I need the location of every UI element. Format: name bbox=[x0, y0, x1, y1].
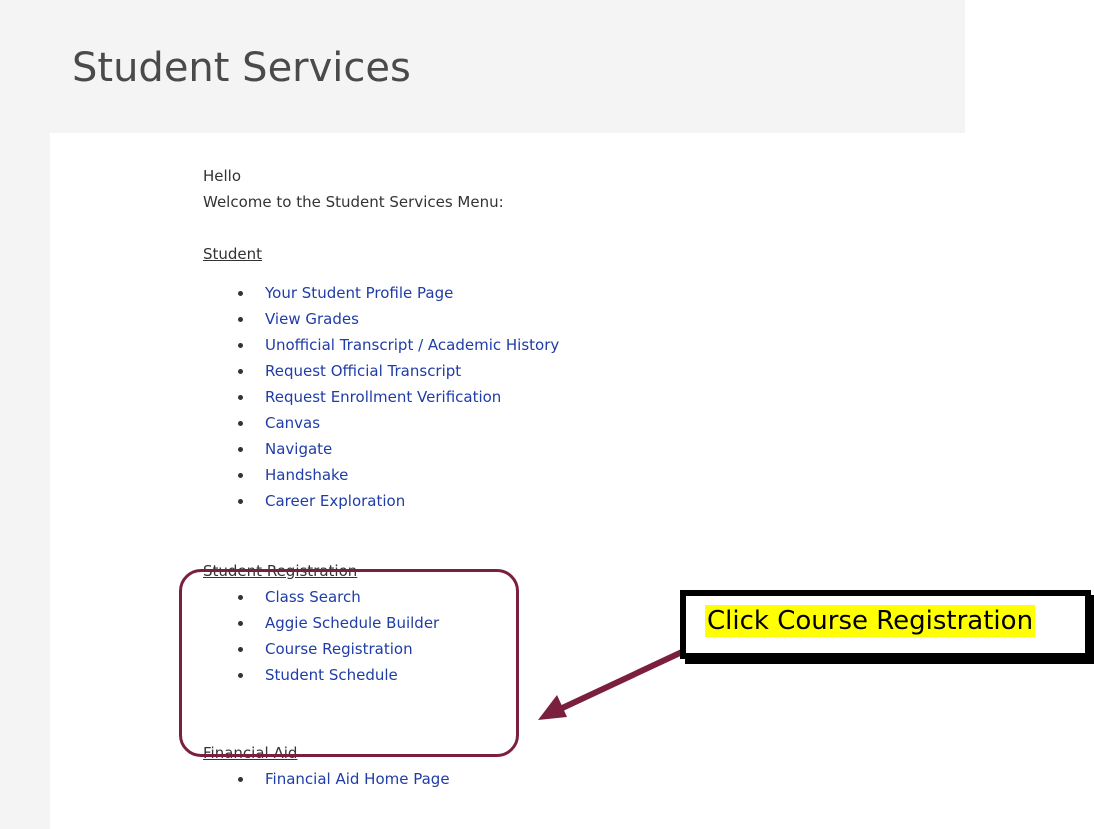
link-career-exploration[interactable]: Career Exploration bbox=[265, 492, 405, 510]
link-navigate[interactable]: Navigate bbox=[265, 440, 332, 458]
financial-aid-links-list: Financial Aid Home Page bbox=[203, 766, 903, 792]
callout-text: Click Course Registration bbox=[705, 605, 1036, 637]
link-unofficial-transcript[interactable]: Unofficial Transcript / Academic History bbox=[265, 336, 559, 354]
link-financial-aid-home[interactable]: Financial Aid Home Page bbox=[265, 770, 450, 788]
section-heading-student: Student bbox=[203, 245, 263, 263]
link-handshake[interactable]: Handshake bbox=[265, 466, 348, 484]
list-item: Navigate bbox=[238, 436, 903, 462]
list-item: Unofficial Transcript / Academic History bbox=[238, 332, 903, 358]
list-item: View Grades bbox=[238, 306, 903, 332]
list-item: Your Student Profile Page bbox=[238, 280, 903, 306]
page-title: Student Services bbox=[72, 45, 411, 91]
left-margin-strip bbox=[0, 133, 50, 829]
link-canvas[interactable]: Canvas bbox=[265, 414, 320, 432]
student-links-list: Your Student Profile Page View Grades Un… bbox=[203, 280, 903, 514]
list-item: Financial Aid Home Page bbox=[238, 766, 903, 792]
link-official-transcript[interactable]: Request Official Transcript bbox=[265, 362, 461, 380]
list-item: Canvas bbox=[238, 410, 903, 436]
instruction-callout: Click Course Registration bbox=[680, 590, 1091, 659]
link-view-grades[interactable]: View Grades bbox=[265, 310, 359, 328]
annotation-arrow-icon bbox=[538, 649, 685, 720]
list-item: Career Exploration bbox=[238, 488, 903, 514]
greeting-text: Hello bbox=[203, 167, 242, 185]
welcome-text: Welcome to the Student Services Menu: bbox=[203, 193, 504, 211]
list-item: Request Enrollment Verification bbox=[238, 384, 903, 410]
list-item: Request Official Transcript bbox=[238, 358, 903, 384]
list-item: Handshake bbox=[238, 462, 903, 488]
link-enrollment-verification[interactable]: Request Enrollment Verification bbox=[265, 388, 501, 406]
registration-highlight-box bbox=[179, 569, 519, 757]
link-student-profile[interactable]: Your Student Profile Page bbox=[265, 284, 453, 302]
